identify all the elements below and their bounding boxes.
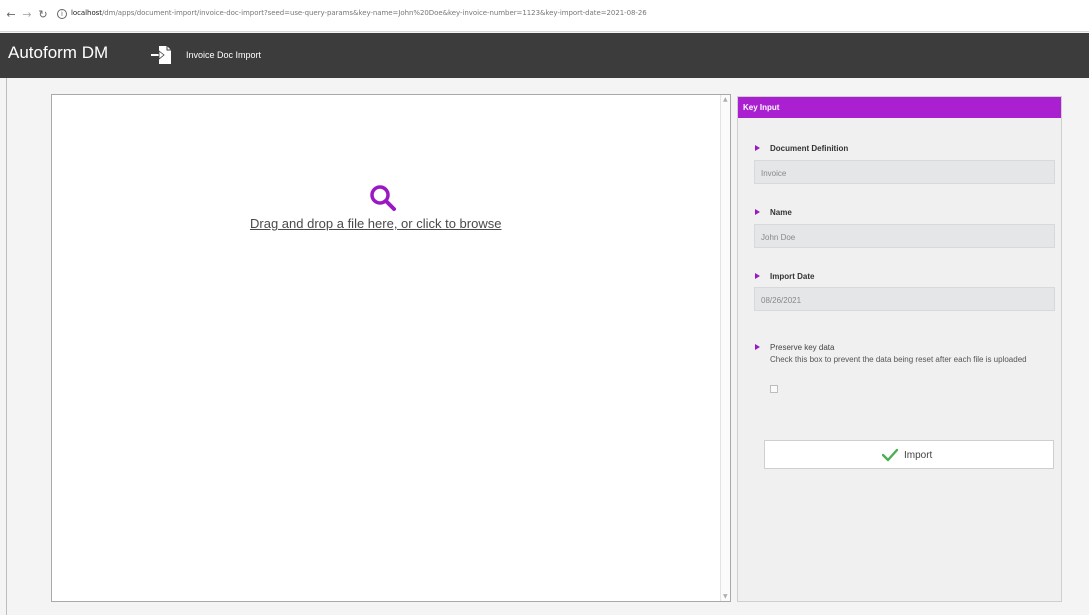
triangle-marker-icon — [755, 209, 760, 215]
dropzone-browse-link[interactable]: Drag and drop a file here, or click to b… — [250, 216, 501, 231]
key-input-title: Key Input — [743, 103, 780, 112]
url-field[interactable]: localhost/dm/apps/document-import/invoic… — [71, 9, 647, 17]
key-input-panel: Key Input Document Definition Invoice Na… — [737, 96, 1062, 602]
triangle-marker-icon — [755, 145, 760, 151]
key-input-header: Key Input — [738, 97, 1061, 118]
import-button-label: Import — [904, 450, 933, 461]
triangle-marker-icon — [755, 273, 760, 279]
document-definition-label: Document Definition — [755, 144, 848, 153]
preserve-key-data-checkbox[interactable] — [770, 385, 778, 393]
left-divider — [6, 78, 7, 615]
brand-logo-text[interactable]: Autoform DM — [8, 43, 108, 63]
document-import-icon — [151, 46, 171, 64]
reload-icon[interactable]: ↻ — [36, 7, 50, 23]
check-icon — [882, 448, 898, 462]
scroll-up-icon[interactable]: ▲ — [723, 96, 728, 103]
import-date-field[interactable]: 08/26/2021 — [754, 287, 1055, 311]
dropzone-scrollbar[interactable]: ▲ ▼ — [720, 95, 730, 601]
file-dropzone[interactable]: Drag and drop a file here, or click to b… — [51, 94, 731, 602]
page-title: Invoice Doc Import — [186, 50, 262, 60]
preserve-help-text: Check this box to prevent the data being… — [770, 355, 1027, 364]
name-field[interactable]: John Doe — [754, 224, 1055, 248]
triangle-marker-icon — [755, 344, 760, 350]
info-icon[interactable]: i — [57, 9, 67, 19]
scroll-down-icon[interactable]: ▼ — [723, 593, 728, 600]
back-arrow-icon[interactable]: ← — [4, 7, 18, 23]
name-label: Name — [755, 208, 792, 217]
url-host: localhost — [71, 9, 102, 17]
preserve-key-data-label: Preserve key data — [755, 343, 834, 352]
forward-arrow-icon[interactable]: → — [20, 7, 34, 23]
import-button[interactable]: Import — [764, 440, 1054, 469]
document-definition-field[interactable]: Invoice — [754, 160, 1055, 184]
url-path: /dm/apps/document-import/invoice-doc-imp… — [101, 9, 647, 17]
app-header: Autoform DM Invoice Doc Import — [0, 33, 1089, 78]
import-date-label: Import Date — [755, 272, 814, 281]
search-icon — [370, 185, 396, 211]
browser-address-bar: ← → ↻ i localhost/dm/apps/document-impor… — [0, 0, 1089, 32]
